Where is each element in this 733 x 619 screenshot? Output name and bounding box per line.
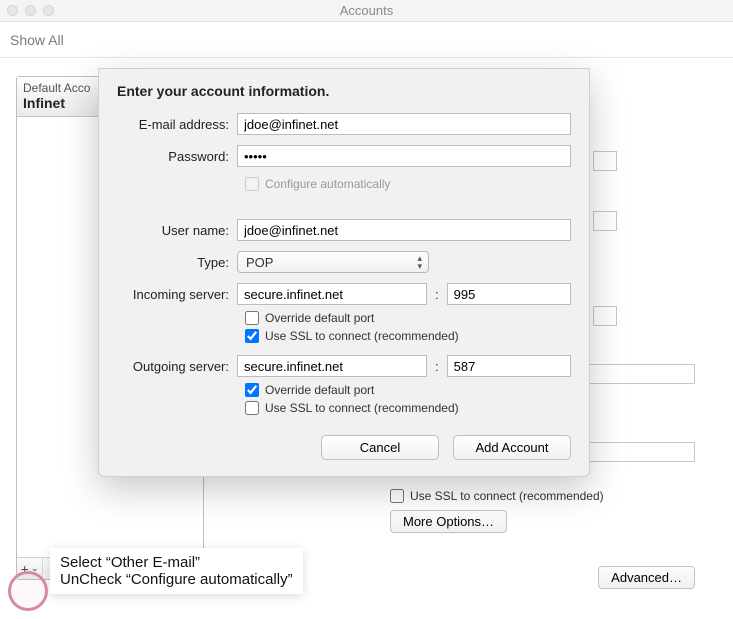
annotation-tooltip: Select “Other E-mail” UnCheck “Configure… [50, 548, 303, 594]
configure-automatically-label: Configure automatically [265, 177, 390, 191]
cancel-button[interactable]: Cancel [321, 435, 439, 460]
show-all-button[interactable]: Show All [10, 32, 64, 48]
incoming-ssl-checkbox[interactable] [245, 329, 259, 343]
account-header-small: Default Acco [23, 81, 90, 95]
port-separator: : [435, 287, 439, 302]
email-label: E-mail address: [117, 117, 237, 132]
add-account-button[interactable]: Add Account [453, 435, 571, 460]
email-field[interactable] [237, 113, 571, 135]
port-separator: : [435, 359, 439, 374]
bg-use-ssl-checkbox[interactable] [390, 489, 404, 503]
annotation-line2: UnCheck “Configure automatically” [60, 571, 293, 588]
add-account-plus-button[interactable]: +⌄ [17, 558, 43, 579]
incoming-port-field[interactable] [447, 283, 571, 305]
annotation-line1: Select “Other E-mail” [60, 554, 200, 571]
bg-stub-input-3[interactable] [593, 306, 617, 326]
advanced-button[interactable]: Advanced… [598, 566, 695, 589]
sheet-title: Enter your account information. [117, 83, 571, 99]
password-field[interactable] [237, 145, 571, 167]
bg-use-ssl-label: Use SSL to connect (recommended) [410, 489, 604, 503]
more-options-button[interactable]: More Options… [390, 510, 507, 533]
account-info-sheet: Enter your account information. E-mail a… [98, 68, 590, 477]
outgoing-override-port-checkbox[interactable] [245, 383, 259, 397]
plus-icon: + [21, 561, 29, 577]
chevron-down-icon: ⌄ [31, 563, 39, 574]
bg-stub-input-1[interactable] [593, 151, 617, 171]
updown-icon: ▴▾ [417, 254, 422, 270]
bg-stub-input-2[interactable] [593, 211, 617, 231]
outgoing-server-field[interactable] [237, 355, 427, 377]
incoming-override-port-checkbox[interactable] [245, 311, 259, 325]
outgoing-port-field[interactable] [447, 355, 571, 377]
incoming-label: Incoming server: [117, 287, 237, 302]
account-header-main: Infinet [23, 95, 65, 111]
incoming-override-port-label: Override default port [265, 311, 374, 325]
type-select[interactable]: POP ▴▾ [237, 251, 429, 273]
titlebar: Accounts [0, 0, 733, 22]
window-title: Accounts [0, 3, 733, 18]
configure-automatically-checkbox[interactable] [245, 177, 259, 191]
incoming-ssl-label: Use SSL to connect (recommended) [265, 329, 459, 343]
outgoing-override-port-label: Override default port [265, 383, 374, 397]
incoming-server-field[interactable] [237, 283, 427, 305]
outgoing-label: Outgoing server: [117, 359, 237, 374]
type-label: Type: [117, 255, 237, 270]
outgoing-ssl-checkbox[interactable] [245, 401, 259, 415]
username-field[interactable] [237, 219, 571, 241]
type-value: POP [246, 255, 273, 270]
username-label: User name: [117, 223, 237, 238]
password-label: Password: [117, 149, 237, 164]
toolbar: Show All [0, 22, 733, 58]
outgoing-ssl-label: Use SSL to connect (recommended) [265, 401, 459, 415]
